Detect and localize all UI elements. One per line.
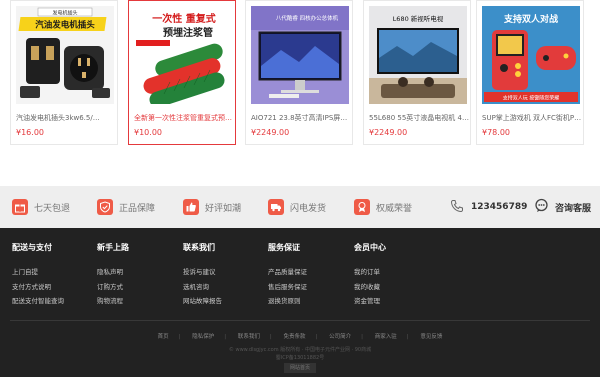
service-label: 权威荣誉	[376, 203, 413, 214]
product-card[interactable]: L680 新视听电视 55L680 55英寸液晶电视机 4k超… ¥2249.0…	[363, 0, 471, 145]
product-price: ¥16.00	[16, 128, 44, 137]
product-price: ¥2249.00	[251, 128, 290, 137]
phone-contact: 123456789	[450, 198, 527, 216]
service-label: 七天包退	[34, 203, 71, 214]
copyright-block: © www.dlsgjyc.com 版权所有 · 中国电子元件产业网 · 90商…	[0, 346, 600, 373]
product-strip: 发电机插头 汽油发电机插头 汽油发电机插头3kw6.5/… ¥16.00 一次性…	[0, 0, 600, 186]
service-item: 七天包退	[12, 198, 70, 216]
service-item: 权威荣誉	[354, 198, 412, 216]
footer-link[interactable]: 网站故障报告	[183, 294, 273, 309]
bottom-link-feedback[interactable]: 意见反馈	[410, 334, 452, 340]
footer-link[interactable]: 隐私声明	[97, 265, 187, 280]
product-image[interactable]: 支持双人对战 支持双人玩 按键随您荣耀	[482, 6, 580, 104]
footer-link[interactable]: 支付方式说明	[12, 280, 102, 295]
banner-text: 支持双人对战	[503, 13, 558, 25]
service-item: 闪电发货	[268, 198, 326, 216]
product-image[interactable]: 一次性 重复式 预埋注浆管	[134, 6, 232, 104]
service-item: 好评如潮	[183, 198, 241, 216]
banner-text-2: 支持双人玩 按键随您荣耀	[503, 95, 560, 102]
service-label: 正品保障	[119, 203, 156, 214]
banner-text: 一次性 重复式	[152, 12, 215, 25]
service-label: 闪电发货	[290, 203, 327, 214]
product-price: ¥10.00	[134, 128, 162, 137]
phone-icon	[450, 198, 464, 217]
footer-divider	[10, 320, 590, 321]
product-name[interactable]: 全新第一次性注浆管重复式预埋…	[134, 113, 234, 123]
service-item: 正品保障	[97, 198, 155, 216]
footer-column: 服务保证 产品质量保证 售后服务保证 退换货原则	[268, 242, 358, 309]
product-name[interactable]: 55L680 55英寸液晶电视机 4k超…	[369, 113, 469, 123]
icp-number[interactable]: 蜀ICP备13011882号	[0, 354, 600, 362]
service-label: 好评如潮	[205, 203, 242, 214]
footer-link[interactable]: 我的收藏	[354, 280, 444, 295]
product-price: ¥78.00	[482, 128, 510, 137]
bottom-link-home[interactable]: 首页	[148, 334, 179, 340]
product-card[interactable]: 八代酷睿 四核办公总体机 AIO721 23.8英寸高清IPS屏办公… ¥224…	[245, 0, 353, 145]
shield-check-icon	[97, 199, 113, 215]
thumbs-up-icon	[183, 199, 199, 215]
banner-text: 汽油发电机插头	[35, 20, 95, 31]
footer-column: 配送与支付 上门自提 支付方式说明 配送支付智能查询	[12, 242, 102, 309]
footer-link[interactable]: 选机咨询	[183, 280, 273, 295]
footer-column-title: 服务保证	[268, 243, 300, 252]
product-name[interactable]: SUP掌上游戏机 双人FC街机PSP…	[482, 113, 582, 123]
product-image[interactable]: 八代酷睿 四核办公总体机	[251, 6, 349, 104]
bottom-link-disclaimer[interactable]: 免责条款	[273, 334, 315, 340]
banner-text: 八代酷睿 四核办公总体机	[276, 14, 339, 22]
product-card[interactable]: 支持双人对战 支持双人玩 按键随您荣耀 SUP掌上游戏机 双人FC街机PSP… …	[476, 0, 584, 145]
footer-link[interactable]: 投诉与建议	[183, 265, 273, 280]
chat-icon	[534, 198, 549, 217]
product-image[interactable]: L680 新视听电视	[369, 6, 467, 104]
footer-link[interactable]: 售后服务保证	[268, 280, 358, 295]
product-price: ¥2249.00	[369, 128, 408, 137]
banner-text-2: 预埋注浆管	[163, 26, 213, 39]
footer-link[interactable]: 订购方式	[97, 280, 187, 295]
footer-column: 新手上路 隐私声明 订购方式 购物流程	[97, 242, 187, 309]
footer-link[interactable]: 退换货原则	[268, 294, 358, 309]
footer-link[interactable]: 我的订单	[354, 265, 444, 280]
bottom-link-contact[interactable]: 联系我们	[228, 334, 270, 340]
product-card[interactable]: 发电机插头 汽油发电机插头 汽油发电机插头3kw6.5/… ¥16.00	[10, 0, 118, 145]
bottom-link-merchant[interactable]: 商家入驻	[365, 334, 407, 340]
footer-bottom-links: 首页 | 隐私保护 | 联系我们 | 免责条款 | 公司简介 | 商家入驻 | 意见反馈	[0, 332, 600, 340]
footer-column: 联系我们 投诉与建议 选机咨询 网站故障报告	[183, 242, 273, 309]
bottom-link-about[interactable]: 公司简介	[319, 334, 361, 340]
copyright-text: © www.dlsgjyc.com 版权所有 · 中国电子元件产业网 · 90商…	[228, 347, 372, 353]
banner-text: L680 新视听电视	[393, 14, 444, 23]
footer-link[interactable]: 购物流程	[97, 294, 187, 309]
product-name[interactable]: AIO721 23.8英寸高清IPS屏办公…	[251, 113, 351, 123]
product-name[interactable]: 汽油发电机插头3kw6.5/…	[16, 113, 116, 123]
footer-column-title: 联系我们	[183, 243, 215, 252]
site-footer: 配送与支付 上门自提 支付方式说明 配送支付智能查询 新手上路 隐私声明 订购方…	[0, 228, 600, 377]
footer-column-title: 新手上路	[97, 243, 129, 252]
footer-link[interactable]: 产品质量保证	[268, 265, 358, 280]
footer-column: 会员中心 我的订单 我的收藏 资金管理	[354, 242, 444, 309]
bottom-link-privacy[interactable]: 隐私保护	[182, 334, 224, 340]
footer-column-title: 配送与支付	[12, 243, 52, 252]
customer-service-label[interactable]: 咨询客服	[555, 201, 591, 214]
footer-link[interactable]: 配送支付智能查询	[12, 294, 102, 309]
banner-top-text: 发电机插头	[52, 10, 77, 17]
award-icon	[354, 199, 370, 215]
customer-service-button[interactable]: 咨询客服	[534, 198, 591, 216]
footer-link[interactable]: 资金管理	[354, 294, 444, 309]
phone-number: 123456789	[471, 202, 528, 212]
footer-link[interactable]: 上门自提	[12, 265, 102, 280]
product-card[interactable]: 一次性 重复式 预埋注浆管 全新第一次性注浆管重复式预埋… ¥10.00	[128, 0, 236, 145]
truck-icon	[268, 199, 284, 215]
gift-icon	[12, 199, 28, 215]
site-home-button[interactable]: 网站首页	[283, 363, 316, 373]
service-bar: 七天包退 正品保障 好评如潮 闪电发货 权威荣誉 123456789 咨询客服	[0, 186, 600, 228]
footer-column-title: 会员中心	[354, 243, 386, 252]
product-image[interactable]: 发电机插头 汽油发电机插头	[16, 6, 114, 104]
